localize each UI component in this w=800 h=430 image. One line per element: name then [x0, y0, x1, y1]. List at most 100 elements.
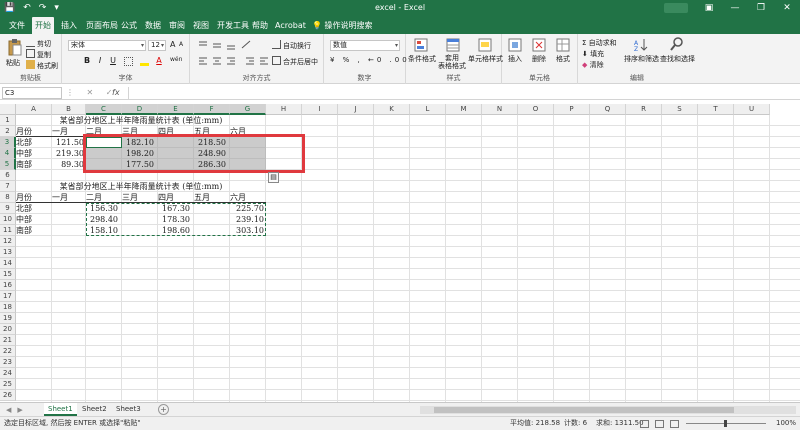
number-format-select[interactable]: 数值 — [330, 40, 400, 51]
column-header-i[interactable]: I — [302, 104, 338, 115]
account-avatar[interactable] — [664, 3, 688, 13]
tab-formulas[interactable]: 公式 — [118, 17, 140, 34]
row-header-3[interactable]: 3 — [0, 137, 16, 148]
column-header-h[interactable]: H — [266, 104, 302, 115]
row-header-11[interactable]: 11 — [0, 225, 16, 236]
column-header-m[interactable]: M — [446, 104, 482, 115]
formula-input[interactable] — [128, 87, 796, 99]
sheet-tab-sheet3[interactable]: Sheet3 — [112, 403, 145, 416]
clear-button[interactable]: ◆ 清除 — [582, 60, 604, 70]
sort-filter-button[interactable]: 排序和筛选 — [624, 54, 659, 64]
page-layout-view-button[interactable] — [655, 420, 664, 428]
wrap-text-button[interactable]: 自动换行 — [272, 40, 311, 51]
formula-bar-buttons[interactable]: ⋮ ✕ ✓ — [66, 87, 118, 99]
conditional-format-icon[interactable] — [414, 38, 428, 52]
close-button[interactable]: ✕ — [774, 0, 800, 17]
tab-insert[interactable]: 插入 — [58, 17, 80, 34]
normal-view-button[interactable] — [640, 420, 649, 428]
italic-button[interactable]: I — [95, 55, 105, 66]
minimize-button[interactable]: — — [722, 0, 748, 17]
cell-styles-button[interactable]: 单元格样式 — [468, 54, 503, 64]
paste-icon[interactable] — [8, 38, 22, 56]
zoom-slider-knob[interactable] — [724, 420, 727, 427]
cell-styles-icon[interactable] — [478, 38, 492, 52]
tab-help[interactable]: 帮助 — [249, 17, 271, 34]
column-header-k[interactable]: K — [374, 104, 410, 115]
horizontal-align-icons[interactable] — [198, 56, 278, 66]
border-icon[interactable] — [124, 57, 133, 66]
row-header-14[interactable]: 14 — [0, 258, 16, 269]
insert-function-button[interactable]: fx — [112, 87, 120, 99]
paste-button[interactable]: 粘贴 — [6, 58, 20, 68]
sheet-tab-sheet1[interactable]: Sheet1 — [44, 403, 77, 416]
vertical-align-icons[interactable] — [198, 40, 254, 50]
tab-review[interactable]: 审阅 — [166, 17, 188, 34]
merge-center-button[interactable]: 合并后居中 — [272, 56, 318, 67]
format-cells-icon[interactable] — [556, 38, 570, 52]
name-box[interactable]: C3 — [2, 87, 62, 99]
page-break-view-button[interactable] — [670, 420, 679, 428]
column-header-r[interactable]: R — [626, 104, 662, 115]
bold-button[interactable]: B — [82, 55, 92, 66]
tell-me-search[interactable]: 💡 操作说明搜索 — [312, 17, 373, 34]
copy-button[interactable]: 复制 — [26, 49, 51, 60]
tab-page-layout[interactable]: 页面布局 — [83, 17, 121, 34]
font-size-select[interactable]: 12 — [148, 40, 166, 51]
phonetic-button[interactable]: wén — [170, 56, 182, 63]
sort-filter-icon[interactable]: AZ — [634, 38, 648, 52]
tab-developer[interactable]: 开发工具 — [214, 17, 252, 34]
column-header-l[interactable]: L — [410, 104, 446, 115]
cut-button[interactable]: 剪切 — [26, 38, 51, 49]
tab-file[interactable]: 文件 — [6, 17, 28, 34]
grow-font-button[interactable]: A — [170, 40, 175, 49]
row-header-15[interactable]: 15 — [0, 269, 16, 280]
add-sheet-button[interactable]: + — [158, 404, 169, 415]
fill-color-icon[interactable] — [140, 57, 149, 66]
row-header-10[interactable]: 10 — [0, 214, 16, 225]
restore-button[interactable]: ❐ — [748, 0, 774, 17]
font-name-select[interactable]: 宋体 — [68, 40, 146, 51]
format-cells-button[interactable]: 格式 — [556, 54, 570, 64]
delete-cells-icon[interactable] — [532, 38, 546, 52]
scrollbar-thumb[interactable] — [434, 407, 734, 413]
autosum-button[interactable]: Σ 自动求和 — [582, 38, 617, 48]
insert-cells-icon[interactable] — [508, 38, 522, 52]
column-header-n[interactable]: N — [482, 104, 518, 115]
row-header-9[interactable]: 9 — [0, 203, 16, 214]
column-header-b[interactable]: B — [52, 104, 86, 115]
column-header-d[interactable]: D — [122, 104, 158, 115]
column-header-s[interactable]: S — [662, 104, 698, 115]
delete-cells-button[interactable]: 删除 — [532, 54, 546, 64]
paste-options-icon[interactable]: ▤ — [268, 172, 279, 183]
row-header-13[interactable]: 13 — [0, 247, 16, 258]
row-header-12[interactable]: 12 — [0, 236, 16, 247]
column-header-o[interactable]: O — [518, 104, 554, 115]
column-header-j[interactable]: J — [338, 104, 374, 115]
row-header-5[interactable]: 5 — [0, 159, 16, 170]
sheet-nav-arrows[interactable]: ◀▶ — [6, 404, 29, 416]
conditional-format-button[interactable]: 条件格式 — [408, 54, 436, 64]
tab-acrobat[interactable]: Acrobat — [272, 17, 309, 34]
find-select-button[interactable]: 查找和选择 — [660, 54, 695, 64]
find-select-icon[interactable] — [670, 37, 684, 51]
tab-view[interactable]: 视图 — [190, 17, 212, 34]
row-header-24[interactable]: 24 — [0, 368, 16, 379]
row-header-21[interactable]: 21 — [0, 335, 16, 346]
column-header-t[interactable]: T — [698, 104, 734, 115]
horizontal-scrollbar[interactable] — [420, 406, 796, 414]
insert-cells-button[interactable]: 插入 — [508, 54, 522, 64]
column-header-e[interactable]: E — [158, 104, 194, 115]
number-format-buttons[interactable]: ¥ % , ←0 .00 — [330, 56, 410, 64]
format-table-icon[interactable] — [446, 38, 460, 52]
row-header-2[interactable]: 2 — [0, 126, 16, 137]
row-header-18[interactable]: 18 — [0, 302, 16, 313]
fill-button[interactable]: ⬇ 填充 — [582, 49, 604, 59]
worksheet-grid[interactable]: ABCDEFGHIJKLMNOPQRSTU 1 2 3 4 5 6 7 8 9 10 11 12 13 1… — [0, 104, 800, 402]
column-header-u[interactable]: U — [734, 104, 770, 115]
ribbon-display-icon[interactable]: ▣ — [696, 0, 722, 17]
shrink-font-button[interactable]: A — [179, 41, 183, 48]
column-header-g[interactable]: G — [230, 104, 266, 115]
zoom-slider[interactable] — [686, 420, 766, 427]
select-all-button[interactable] — [0, 104, 16, 115]
column-header-q[interactable]: Q — [590, 104, 626, 115]
